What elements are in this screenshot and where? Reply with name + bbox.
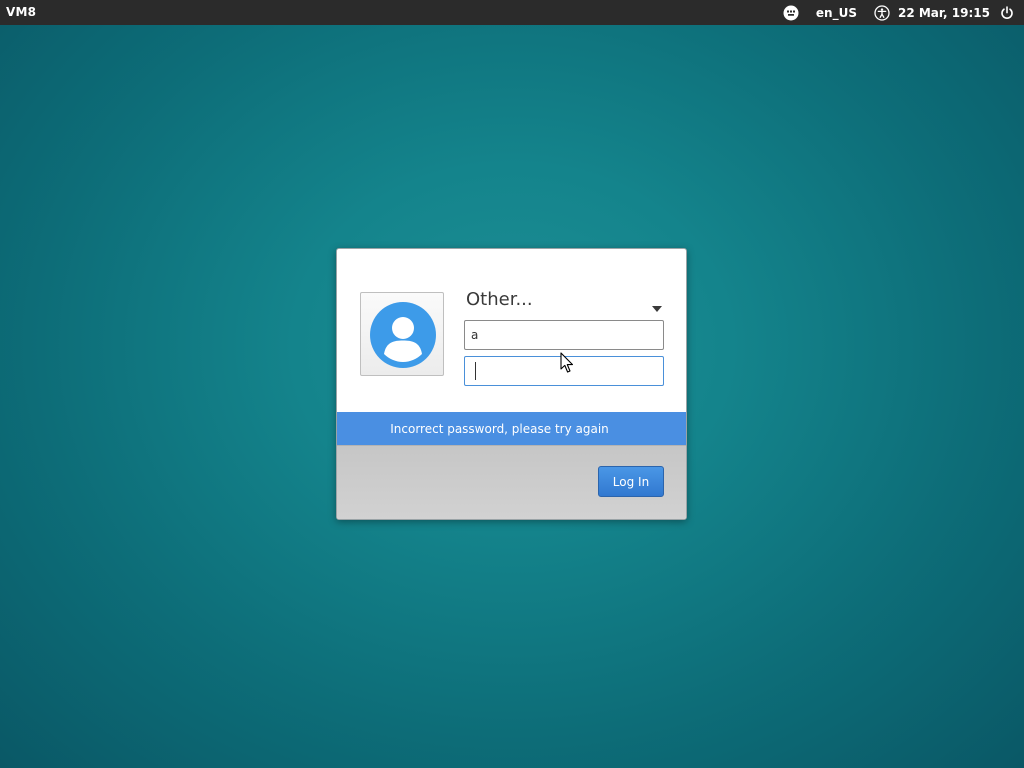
keyboard-layout-indicator[interactable]: en_US <box>816 0 857 25</box>
selected-user-label: Other... <box>466 289 533 310</box>
keyboard-icon[interactable] <box>783 0 799 25</box>
accessibility-icon[interactable] <box>874 0 890 25</box>
top-panel: VM8 en_US 22 Mar, 19:15 <box>0 0 1024 25</box>
clock[interactable]: 22 Mar, 19:15 <box>898 0 990 25</box>
login-button[interactable]: Log In <box>598 466 664 497</box>
button-area: Log In <box>337 445 686 519</box>
login-dialog: Other... Incorrect password, please try … <box>336 248 687 520</box>
hostname-label: VM8 <box>6 5 37 19</box>
chevron-down-icon <box>652 297 662 316</box>
text-caret <box>475 362 476 380</box>
error-message: Incorrect password, please try again <box>337 412 686 445</box>
system-tray: en_US 22 Mar, 19:15 <box>783 0 1024 25</box>
username-field[interactable] <box>464 320 664 350</box>
user-selector[interactable]: Other... <box>464 288 664 312</box>
power-icon[interactable] <box>1000 0 1014 25</box>
password-field[interactable] <box>464 356 664 386</box>
user-avatar-icon <box>370 302 436 368</box>
avatar <box>360 292 444 376</box>
